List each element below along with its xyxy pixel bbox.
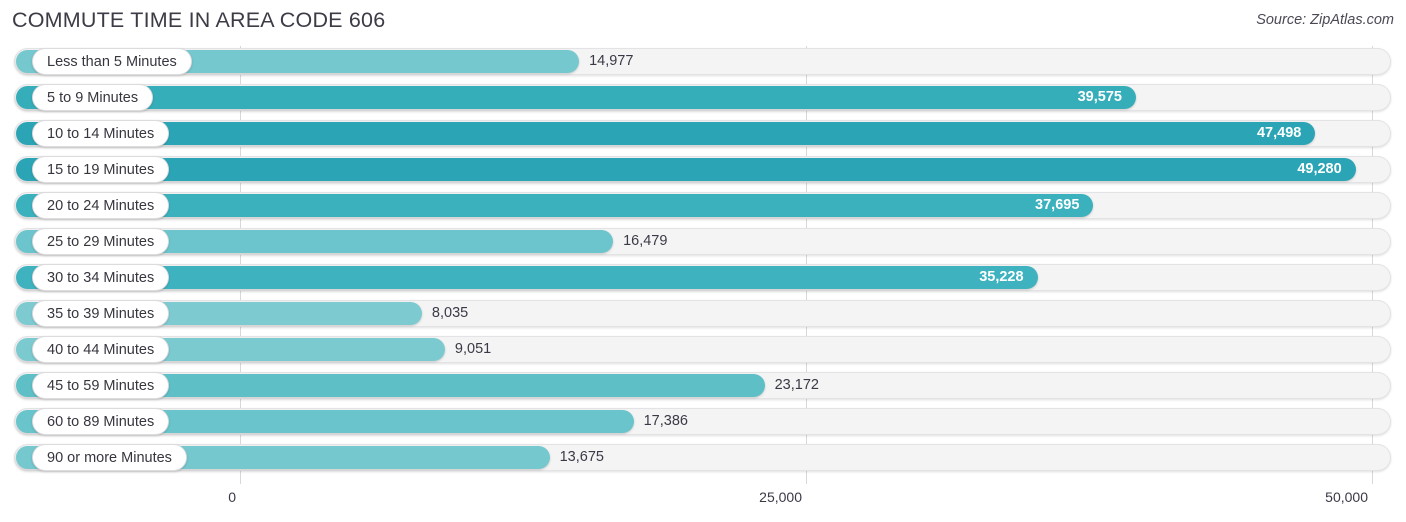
source-attribution: Source: ZipAtlas.com bbox=[1256, 12, 1394, 28]
bar-category-label: 30 to 34 Minutes bbox=[32, 264, 170, 291]
bar-3[interactable] bbox=[16, 158, 1356, 181]
x-axis: 0 25,000 50,000 bbox=[0, 486, 1406, 522]
table-row[interactable]: 20 to 24 Minutes 37,695 bbox=[0, 190, 1406, 220]
bar-6[interactable] bbox=[16, 266, 1038, 289]
chart-plot-area: Less than 5 Minutes 14,977 5 to 9 Minutes 3… bbox=[0, 46, 1406, 486]
bar-rows: Less than 5 Minutes 14,977 5 to 9 Minutes 3… bbox=[0, 46, 1406, 478]
table-row[interactable]: 90 or more Minutes 13,675 bbox=[0, 442, 1406, 472]
table-row[interactable]: Less than 5 Minutes 14,977 bbox=[0, 46, 1406, 76]
bar-category-label: 15 to 19 Minutes bbox=[32, 156, 170, 183]
table-row[interactable]: 35 to 39 Minutes 8,035 bbox=[0, 298, 1406, 328]
x-tick-label-2: 50,000 bbox=[1325, 489, 1368, 505]
bar-value-label: 16,479 bbox=[623, 233, 668, 249]
bar-value-label: 23,172 bbox=[774, 377, 819, 393]
bar-category-label: Less than 5 Minutes bbox=[32, 48, 192, 75]
table-row[interactable]: 30 to 34 Minutes 35,228 bbox=[0, 262, 1406, 292]
bar-category-label: 5 to 9 Minutes bbox=[32, 84, 154, 111]
chart-header: COMMUTE TIME IN AREA CODE 606 Source: Zi… bbox=[0, 0, 1406, 46]
bar-category-label: 60 to 89 Minutes bbox=[32, 408, 170, 435]
bar-category-label: 40 to 44 Minutes bbox=[32, 336, 170, 363]
bar-category-label: 10 to 14 Minutes bbox=[32, 120, 170, 147]
bar-value-label: 9,051 bbox=[454, 341, 492, 357]
bar-2[interactable] bbox=[16, 122, 1316, 145]
table-row[interactable]: 10 to 14 Minutes 47,498 bbox=[0, 118, 1406, 148]
bar-1[interactable] bbox=[16, 86, 1136, 109]
bar-category-label: 45 to 59 Minutes bbox=[32, 372, 170, 399]
bar-value-label: 17,386 bbox=[643, 413, 688, 429]
bar-value-label: 47,498 bbox=[1256, 125, 1302, 141]
table-row[interactable]: 5 to 9 Minutes 39,575 bbox=[0, 82, 1406, 112]
bar-category-label: 90 or more Minutes bbox=[32, 444, 187, 471]
x-tick-label-0: 0 bbox=[228, 489, 236, 505]
page-title: COMMUTE TIME IN AREA CODE 606 bbox=[12, 8, 386, 32]
bar-category-label: 25 to 29 Minutes bbox=[32, 228, 170, 255]
table-row[interactable]: 15 to 19 Minutes 49,280 bbox=[0, 154, 1406, 184]
bar-value-label: 13,675 bbox=[559, 449, 604, 465]
bar-category-label: 35 to 39 Minutes bbox=[32, 300, 170, 327]
bar-value-label: 8,035 bbox=[431, 305, 469, 321]
bar-value-label: 39,575 bbox=[1077, 89, 1122, 105]
bar-value-label: 35,228 bbox=[979, 269, 1024, 285]
bar-value-label: 37,695 bbox=[1035, 197, 1080, 213]
table-row[interactable]: 40 to 44 Minutes 9,051 bbox=[0, 334, 1406, 364]
bar-value-label: 14,977 bbox=[589, 53, 634, 69]
table-row[interactable]: 25 to 29 Minutes 16,479 bbox=[0, 226, 1406, 256]
table-row[interactable]: 45 to 59 Minutes 23,172 bbox=[0, 370, 1406, 400]
bar-category-label: 20 to 24 Minutes bbox=[32, 192, 170, 219]
x-tick-label-1: 25,000 bbox=[759, 489, 802, 505]
bar-4[interactable] bbox=[16, 194, 1094, 217]
bar-value-label: 49,280 bbox=[1297, 161, 1342, 177]
table-row[interactable]: 60 to 89 Minutes 17,386 bbox=[0, 406, 1406, 436]
